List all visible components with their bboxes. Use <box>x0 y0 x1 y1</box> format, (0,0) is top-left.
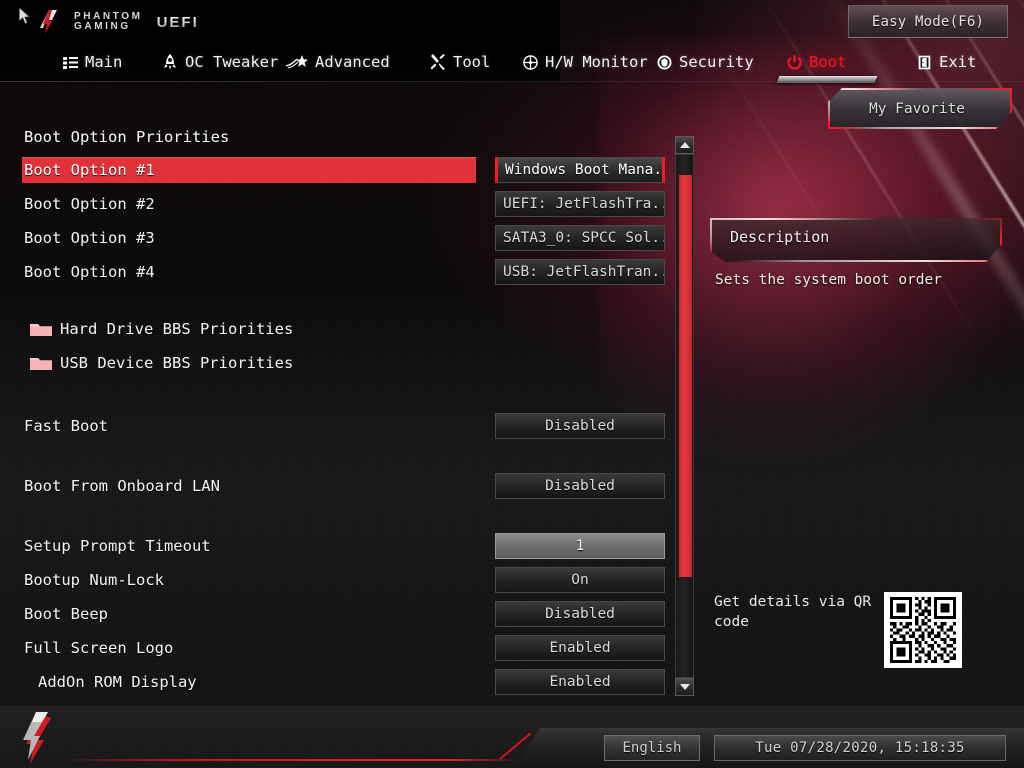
value-boot-option-4[interactable]: USB: JetFlashTran... <box>495 259 665 285</box>
folder-icon <box>30 355 52 371</box>
row-label: Boot From Onboard LAN <box>24 477 220 495</box>
settings-list: Boot Option Priorities Boot Option #1 Wi… <box>0 128 672 698</box>
value-boot-option-3[interactable]: SATA3_0: SPCC Sol... <box>495 225 665 251</box>
scrollbar-track[interactable] <box>675 154 694 678</box>
row-boot-beep[interactable]: Boot Beep Disabled <box>0 601 672 627</box>
nav-tab-main[interactable]: Main <box>62 48 122 76</box>
uefi-bios-screen: PHANTOM GAMING UEFI Easy Mode(F6) Main O… <box>0 0 1024 768</box>
value-bootup-num-lock[interactable]: On <box>495 567 665 593</box>
easy-mode-label: Easy Mode(F6) <box>871 13 985 30</box>
row-boot-option-3[interactable]: Boot Option #3 SATA3_0: SPCC Sol... <box>0 225 672 251</box>
nav-tab-boot-label: Boot <box>809 53 847 71</box>
nav-tab-exit[interactable]: Exit <box>916 48 976 76</box>
nav-tab-security-label: Security <box>679 53 754 71</box>
folder-icon <box>30 321 52 337</box>
door-icon <box>916 54 932 70</box>
value-addon-rom-display[interactable]: Enabled <box>495 669 665 695</box>
row-boot-from-onboard-lan[interactable]: Boot From Onboard LAN Disabled <box>0 473 672 499</box>
value-boot-option-2[interactable]: UEFI: JetFlashTra... <box>495 191 665 217</box>
row-boot-option-4[interactable]: Boot Option #4 USB: JetFlashTran... <box>0 259 672 285</box>
row-boot-option-2[interactable]: Boot Option #2 UEFI: JetFlashTra... <box>0 191 672 217</box>
nav-tab-oc-tweaker-label: OC Tweaker <box>185 53 279 71</box>
value-boot-option-1[interactable]: Windows Boot Mana... <box>495 157 665 183</box>
description-title: Description <box>730 228 830 246</box>
row-label: Hard Drive BBS Priorities <box>60 320 294 338</box>
chevron-down-icon <box>679 684 690 690</box>
value-fast-boot[interactable]: Disabled <box>495 413 665 439</box>
list-icon <box>62 54 78 70</box>
value-full-screen-logo[interactable]: Enabled <box>495 635 665 661</box>
row-label: USB Device BBS Priorities <box>60 354 294 372</box>
chevron-up-icon <box>679 142 690 148</box>
shield-icon <box>656 54 672 70</box>
nav-tab-advanced-label: Advanced <box>315 53 390 71</box>
nav-tab-hw-monitor[interactable]: H/W Monitor <box>522 48 648 76</box>
settings-scrollbar[interactable] <box>675 136 694 696</box>
datetime-label: Tue 07/28/2020, 15:18:35 <box>755 740 965 756</box>
row-label: Bootup Num-Lock <box>24 571 164 589</box>
nav-tab-exit-label: Exit <box>939 53 977 71</box>
brand-uefi-label: UEFI <box>156 13 199 31</box>
row-fast-boot[interactable]: Fast Boot Disabled <box>0 413 672 439</box>
nav-tab-oc-tweaker[interactable]: OC Tweaker <box>162 48 278 76</box>
header-bar: PHANTOM GAMING UEFI Easy Mode(F6) Main O… <box>0 0 1024 83</box>
mouse-cursor <box>18 5 32 26</box>
nav-tab-hw-monitor-label: H/W Monitor <box>545 53 648 71</box>
footer-accent-line <box>60 759 520 761</box>
row-label: Boot Option #4 <box>24 263 155 281</box>
nav-tab-main-label: Main <box>85 53 123 71</box>
header-divider <box>0 81 1024 82</box>
qr-code-image <box>884 592 962 668</box>
row-boot-option-1[interactable]: Boot Option #1 Windows Boot Mana... <box>0 157 672 183</box>
row-setup-prompt-timeout[interactable]: Setup Prompt Timeout 1 <box>0 533 672 559</box>
nav-tab-tool-label: Tool <box>453 53 491 71</box>
brand-line-2: GAMING <box>74 21 131 32</box>
nav-tab-boot[interactable]: Boot <box>786 48 846 76</box>
my-favorite-tab[interactable]: My Favorite <box>828 88 1012 129</box>
description-text: Sets the system boot order <box>715 272 942 288</box>
nav-tab-advanced[interactable]: Advanced <box>286 48 390 76</box>
rocket-icon <box>162 54 178 70</box>
datetime-display[interactable]: Tue 07/28/2020, 15:18:35 <box>714 735 1006 761</box>
row-full-screen-logo[interactable]: Full Screen Logo Enabled <box>0 635 672 661</box>
row-label: Boot Beep <box>24 605 108 623</box>
easy-mode-button[interactable]: Easy Mode(F6) <box>848 5 1008 38</box>
nav-tab-security[interactable]: Security <box>656 48 754 76</box>
phantom-gaming-logo-icon <box>36 8 66 36</box>
phantom-gaming-footer-logo-icon <box>18 710 72 766</box>
row-label: Fast Boot <box>24 417 108 435</box>
monitor-icon <box>522 54 538 70</box>
row-usb-device-bbs-priorities[interactable]: USB Device BBS Priorities <box>0 350 672 376</box>
my-favorite-tab-label: My Favorite <box>868 100 966 117</box>
value-boot-from-onboard-lan[interactable]: Disabled <box>495 473 665 499</box>
row-label: AddOn ROM Display <box>38 673 197 691</box>
shooting-star-icon <box>286 54 308 70</box>
power-icon <box>786 54 802 70</box>
row-label: Full Screen Logo <box>24 639 174 657</box>
qr-caption: Get details via QR code <box>714 594 872 630</box>
brand-logo: PHANTOM GAMING UEFI <box>36 8 199 36</box>
tools-icon <box>430 54 446 70</box>
value-setup-prompt-timeout[interactable]: 1 <box>495 533 665 559</box>
scroll-up-button[interactable] <box>675 136 694 154</box>
value-boot-beep[interactable]: Disabled <box>495 601 665 627</box>
nav-tab-tool[interactable]: Tool <box>430 48 490 76</box>
row-hard-drive-bbs-priorities[interactable]: Hard Drive BBS Priorities <box>0 316 672 342</box>
description-header: Description <box>710 218 1002 262</box>
scroll-down-button[interactable] <box>675 678 694 696</box>
row-label: Boot Option #2 <box>24 195 155 213</box>
row-addon-rom-display[interactable]: AddOn ROM Display Enabled <box>0 669 672 695</box>
row-bootup-num-lock[interactable]: Bootup Num-Lock On <box>0 567 672 593</box>
scrollbar-thumb[interactable] <box>679 175 692 577</box>
row-label: Setup Prompt Timeout <box>24 537 211 555</box>
row-label: Boot Option #1 <box>24 161 155 179</box>
row-label: Boot Option #3 <box>24 229 155 247</box>
language-button[interactable]: English <box>604 735 700 761</box>
section-title-boot-priorities: Boot Option Priorities <box>24 128 230 146</box>
language-label: English <box>622 740 682 756</box>
